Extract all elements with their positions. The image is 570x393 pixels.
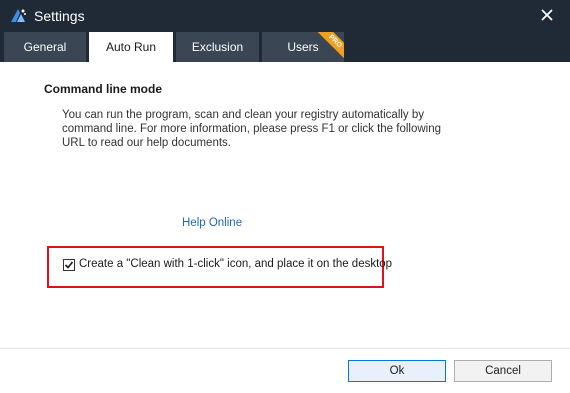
tab-exclusion[interactable]: Exclusion	[176, 32, 259, 62]
section-heading: Command line mode	[44, 82, 163, 96]
footer-divider	[0, 348, 570, 349]
checkmark-icon	[64, 261, 74, 269]
tab-label: Auto Run	[105, 40, 157, 54]
app-logo-icon	[9, 7, 27, 25]
tab-label: General	[23, 40, 67, 54]
help-online-link[interactable]: Help Online	[182, 217, 242, 229]
cancel-button[interactable]: Cancel	[454, 360, 552, 382]
description-text: You can run the program, scan and clean …	[62, 109, 442, 149]
tab-general[interactable]: General	[4, 32, 86, 62]
tab-label: Users	[287, 40, 319, 54]
ok-button[interactable]: Ok	[348, 360, 446, 382]
window-title: Settings	[34, 8, 85, 24]
checkbox-label[interactable]: Create a "Clean with 1-click" icon, and …	[79, 258, 392, 270]
desktop-shortcut-checkbox[interactable]	[63, 259, 75, 271]
title-bar: Settings General Auto Run Exclusion User…	[0, 0, 570, 62]
close-icon[interactable]	[538, 6, 556, 24]
tab-users[interactable]: Users PRO	[262, 32, 344, 62]
tab-auto-run[interactable]: Auto Run	[89, 32, 173, 62]
tab-label: Exclusion	[191, 40, 244, 54]
pro-badge: PRO	[315, 32, 344, 61]
